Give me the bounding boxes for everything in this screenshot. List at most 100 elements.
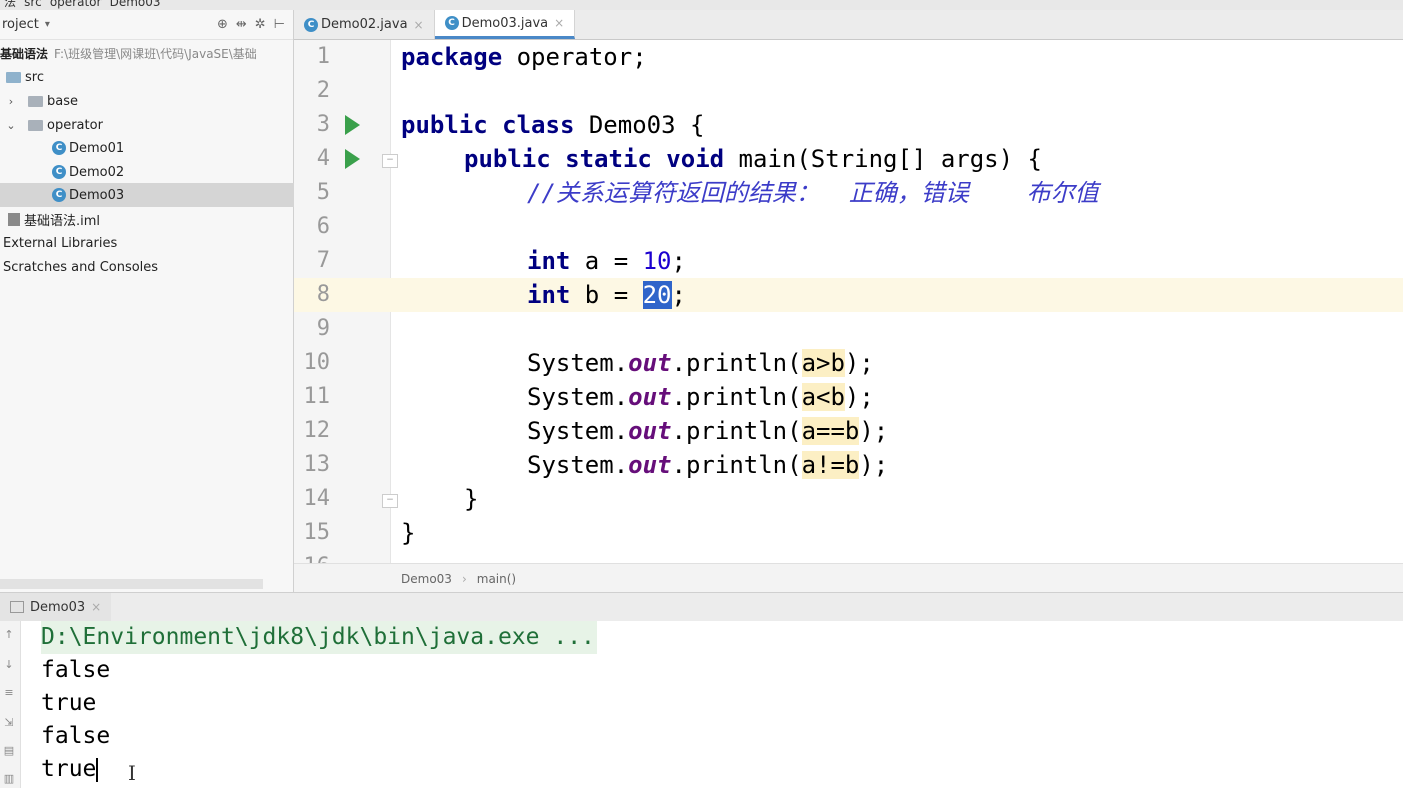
run-icon[interactable] [345, 115, 360, 135]
scroll-to-end-icon[interactable]: ⇲ [3, 717, 15, 729]
arrow-down-icon[interactable]: ↓ [3, 659, 15, 671]
nav-crumb[interactable]: src [24, 0, 42, 9]
code-line: 2 [294, 74, 1403, 108]
code-token: ; [671, 281, 686, 309]
console-toolbar: ↑ ↓ ≡ ⇲ ▤ ▥ [0, 621, 21, 788]
trash-icon[interactable]: ▥ [3, 773, 15, 785]
code-token: ); [859, 451, 889, 479]
line-number: 15 [303, 520, 331, 545]
project-view-selector[interactable]: roject [2, 17, 39, 32]
tree-item-operator[interactable]: ⌄ operator [0, 113, 297, 137]
tree-item-external-libraries[interactable]: External Libraries [0, 231, 296, 255]
tree-item-iml[interactable]: 基础语法.iml [0, 207, 301, 231]
code-token: .println( [671, 451, 802, 479]
console-line: false [41, 657, 111, 683]
tree-item-label: base [47, 93, 78, 109]
tab-demo03[interactable]: C Demo03.java × [434, 10, 576, 39]
nav-crumb[interactable]: 法 [4, 0, 16, 9]
tree-item-label: Demo03 [69, 187, 125, 203]
code-token: 10 [642, 247, 672, 275]
code-line: 11 System.out.println(a<b); [294, 380, 1403, 414]
breadcrumb-class[interactable]: Demo03 [401, 572, 452, 586]
java-class-icon: C [52, 141, 66, 155]
code-line: 16 [294, 550, 1403, 563]
package-icon [28, 95, 43, 107]
module-file-icon [8, 212, 20, 226]
line-number: 11 [303, 384, 331, 409]
tree-item-label: External Libraries [3, 235, 118, 251]
code-token: int [527, 281, 571, 309]
console-output[interactable]: ↑ ↓ ≡ ⇲ ▤ ▥ D:\Environment\jdk8\jdk\bin\… [0, 621, 1403, 788]
tree-item-label: Demo01 [69, 140, 125, 156]
tree-item-label: operator [47, 117, 103, 133]
chevron-down-icon[interactable]: ▾ [45, 19, 50, 30]
breadcrumb-method[interactable]: main() [477, 572, 516, 586]
line-number: 1 [316, 44, 330, 69]
code-token: .println( [671, 417, 802, 445]
code-line: 12 System.out.println(a==b); [294, 414, 1403, 448]
code-token: public class [401, 111, 575, 139]
line-number: 12 [303, 418, 331, 443]
run-tab-label: Demo03 [30, 599, 86, 615]
line-number: 9 [316, 316, 330, 341]
code-token: int [527, 247, 571, 275]
code-line: 4 − public static void main(String[] arg… [294, 142, 1403, 176]
code-editor[interactable]: 1 package operator; 2 3 public class Dem… [294, 40, 1403, 563]
java-class-icon: C [52, 188, 66, 202]
soft-wrap-icon[interactable]: ≡ [3, 687, 15, 699]
nav-crumb[interactable]: operator [50, 0, 102, 9]
collapse-icon[interactable]: ⇹ [236, 17, 247, 32]
run-config-icon [10, 601, 24, 613]
arrow-up-icon[interactable]: ↑ [3, 629, 15, 641]
tree-item-src[interactable]: src [0, 65, 299, 89]
line-number: 8 [316, 282, 330, 307]
line-number: 5 [316, 180, 330, 205]
hide-panel-icon[interactable]: ⊢ [274, 17, 285, 32]
java-class-icon: C [52, 165, 66, 179]
tab-run-demo03[interactable]: Demo03 × [0, 593, 112, 621]
tree-item-scratches[interactable]: Scratches and Consoles [0, 255, 296, 279]
chevron-right-icon[interactable]: › [4, 95, 18, 108]
code-line-current: 8 int b = 20; [294, 278, 1403, 312]
code-token: } [401, 519, 416, 547]
code-token: Demo03 { [574, 111, 705, 139]
code-line: 14 − } [294, 482, 1403, 516]
close-icon[interactable]: × [554, 16, 564, 30]
code-line: 9 [294, 312, 1403, 346]
folder-icon [6, 71, 21, 83]
print-icon[interactable]: ▤ [3, 745, 15, 757]
chevron-down-icon[interactable]: ⌄ [4, 119, 18, 132]
code-token: a>b [801, 349, 845, 377]
java-class-icon: C [304, 17, 318, 32]
fold-icon[interactable]: − [382, 494, 398, 508]
tab-demo02[interactable]: C Demo02.java × [294, 10, 435, 39]
code-comment: //关系运算符返回的结果： 正确，错误 布尔值 [527, 179, 1099, 207]
code-token: out [628, 349, 672, 377]
tree-item-base[interactable]: › base [0, 89, 297, 113]
nav-crumb[interactable]: Demo03 [110, 0, 161, 9]
code-token: System. [527, 451, 629, 479]
tree-item-label: Demo02 [69, 164, 125, 180]
code-line: 7 int a = 10; [294, 244, 1403, 278]
console-line: true [41, 753, 99, 786]
code-line: 5 //关系运算符返回的结果： 正确，错误 布尔值 [294, 176, 1403, 210]
code-token: main(String[] args) { [724, 145, 1042, 173]
code-token: a!=b [801, 451, 860, 479]
breadcrumb-separator: › [461, 571, 467, 586]
horizontal-scrollbar[interactable] [0, 579, 263, 589]
tree-item-root[interactable]: 基础语法 F:\班级管理\网课班\代码\JavaSE\基础 [0, 41, 293, 65]
line-number: 13 [303, 452, 331, 477]
code-token: ; [671, 247, 686, 275]
tree-item-label: 基础语法 [0, 46, 49, 61]
line-number: 7 [316, 248, 330, 273]
close-icon[interactable]: × [91, 600, 101, 614]
code-token: a<b [801, 383, 845, 411]
locate-icon[interactable]: ⊕ [217, 17, 228, 32]
gear-icon[interactable]: ✲ [255, 17, 266, 32]
tree-item-label: 基础语法.iml [24, 213, 101, 229]
run-icon[interactable] [345, 149, 360, 169]
fold-icon[interactable]: − [382, 154, 398, 168]
close-icon[interactable]: × [414, 18, 424, 32]
tree-item-label: Scratches and Consoles [3, 259, 159, 275]
code-line: 13 System.out.println(a!=b); [294, 448, 1403, 482]
